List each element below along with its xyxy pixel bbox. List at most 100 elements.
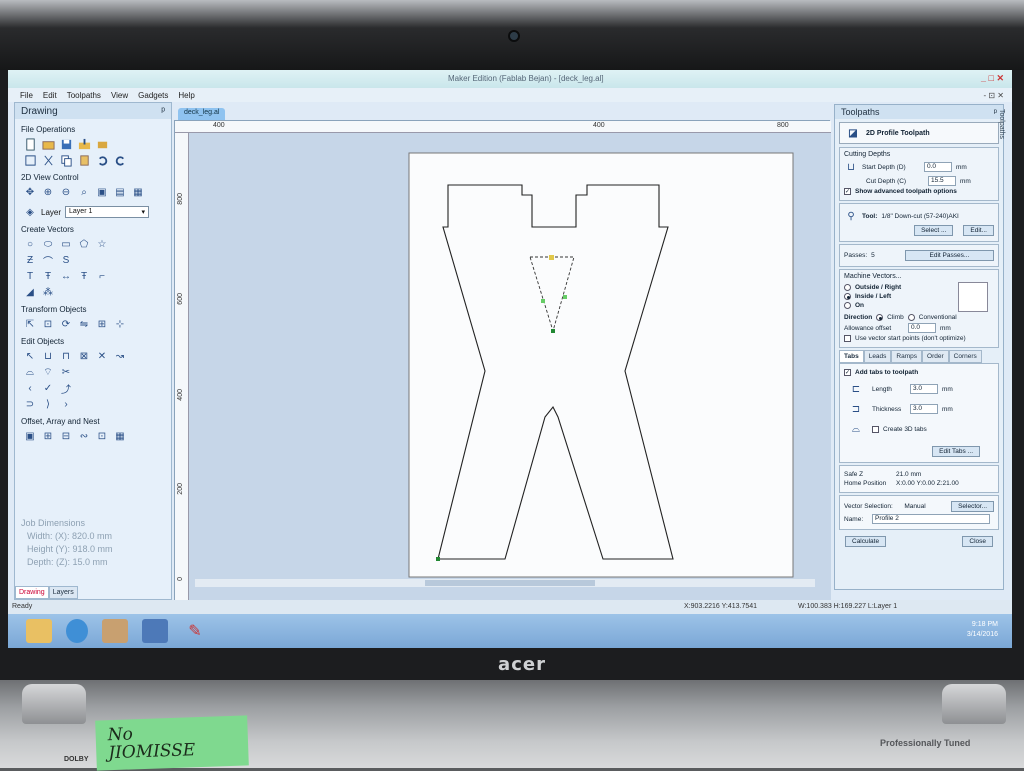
tab-tabs[interactable]: Tabs: [839, 350, 864, 363]
cut-icon[interactable]: [41, 153, 55, 167]
aspire-app-icon[interactable]: [142, 619, 168, 643]
vcarve-app-icon[interactable]: [102, 619, 128, 643]
edit-passes-button[interactable]: Edit Passes...: [904, 250, 994, 261]
layer-dropdown[interactable]: Layer 1 ▾: [65, 206, 150, 218]
inside-radio[interactable]: [844, 293, 851, 300]
name-input[interactable]: Profile 2: [872, 514, 990, 524]
show-advanced-checkbox[interactable]: ✓: [844, 188, 851, 195]
tab-ramps[interactable]: Ramps: [891, 350, 923, 363]
menu-view[interactable]: View: [111, 91, 128, 100]
tab-corners[interactable]: Corners: [948, 350, 982, 363]
toolpaths-side-tab[interactable]: Toolpaths: [998, 109, 1005, 139]
arc-icon[interactable]: ⌒: [41, 253, 55, 268]
tab-layers[interactable]: Layers: [48, 586, 78, 599]
close-button[interactable]: Close: [962, 536, 993, 547]
text-on-curve-icon[interactable]: Ŧ: [41, 269, 55, 283]
allowance-input[interactable]: 0.0: [908, 323, 936, 333]
clock-time[interactable]: 9:18 PM: [967, 620, 998, 630]
check-icon[interactable]: ✓: [41, 381, 55, 395]
calculate-button[interactable]: Calculate: [845, 536, 887, 547]
create-3d-tabs-checkbox[interactable]: [872, 425, 879, 433]
pan-icon[interactable]: ✥: [23, 185, 37, 199]
open-folder-icon[interactable]: [41, 137, 55, 151]
selector-button[interactable]: Selector...: [951, 501, 994, 512]
curve-icon[interactable]: S: [59, 253, 73, 267]
array-icon[interactable]: ⊞: [41, 429, 55, 443]
zoom-box-icon[interactable]: ⊕: [41, 185, 55, 199]
tab-drawing[interactable]: Drawing: [15, 586, 49, 599]
menu-edit[interactable]: Edit: [43, 91, 57, 100]
outside-radio[interactable]: [844, 284, 851, 291]
tab-length-input[interactable]: 3.0: [910, 384, 938, 394]
dogbone-icon[interactable]: ◢: [23, 285, 37, 299]
group-icon[interactable]: ⊔: [41, 349, 55, 363]
use-start-points-checkbox[interactable]: [844, 335, 851, 342]
close-vector-icon[interactable]: ⌔: [41, 365, 55, 379]
tab-leads[interactable]: Leads: [863, 350, 892, 363]
menu-toolpaths[interactable]: Toolpaths: [67, 91, 101, 100]
bracket-icon[interactable]: ⟩: [41, 397, 55, 411]
job-setup-icon[interactable]: [95, 137, 109, 151]
start-depth-input[interactable]: 0.0: [924, 162, 952, 172]
mdi-window-controls[interactable]: - ⊡ ✕: [983, 91, 1004, 100]
tab-thickness-input[interactable]: 3.0: [910, 404, 938, 414]
offset-icon[interactable]: ▣: [23, 429, 37, 443]
climb-radio[interactable]: [876, 314, 884, 321]
weld-icon[interactable]: ⊠: [77, 349, 91, 363]
chevron-right-icon[interactable]: ›: [59, 397, 73, 411]
select-icon[interactable]: [23, 153, 37, 167]
save-icon[interactable]: [59, 137, 73, 151]
document-tab[interactable]: deck_leg.al: [178, 108, 226, 120]
node-edit-icon[interactable]: ↖: [23, 349, 37, 363]
trace-icon[interactable]: ⁂: [41, 285, 55, 299]
rotate-icon[interactable]: ⟳: [59, 317, 73, 331]
internet-explorer-icon[interactable]: [66, 619, 88, 643]
on-radio[interactable]: [844, 302, 851, 309]
text-icon[interactable]: T: [23, 269, 37, 283]
redo-icon[interactable]: [113, 153, 127, 167]
dimension-icon[interactable]: ↔: [59, 269, 73, 283]
center-icon[interactable]: ⊹: [113, 317, 127, 331]
star-icon[interactable]: ☆: [95, 237, 109, 251]
copy-icon[interactable]: [59, 153, 73, 167]
rectangle-icon[interactable]: ▭: [59, 237, 73, 251]
fillet-icon[interactable]: ⌐: [95, 269, 109, 283]
scale-icon[interactable]: ⊡: [41, 317, 55, 331]
edit-tabs-button[interactable]: Edit Tabs ...: [932, 446, 980, 457]
circle-icon[interactable]: ○: [23, 237, 37, 251]
import-icon[interactable]: [77, 137, 91, 151]
move-icon[interactable]: ⇱: [23, 317, 37, 331]
paste-icon[interactable]: [77, 153, 91, 167]
clock-date[interactable]: 3/14/2016: [967, 630, 998, 640]
align-icon[interactable]: ⊞: [95, 317, 109, 331]
drawing-canvas[interactable]: 400 400 800 800 600 400 200 0: [174, 120, 831, 601]
nest-icon[interactable]: ⊡: [95, 429, 109, 443]
fit-view-icon[interactable]: ▣: [95, 185, 109, 199]
add-tabs-checkbox[interactable]: ✓: [844, 369, 851, 376]
menu-gadgets[interactable]: Gadgets: [138, 91, 168, 100]
convert-icon[interactable]: ⊃: [23, 397, 37, 411]
copy-along-icon[interactable]: ∾: [77, 429, 91, 443]
window-controls[interactable]: _ □ ✕: [981, 73, 1004, 84]
cut-depth-input[interactable]: 15.5: [928, 176, 956, 186]
pen-app-icon[interactable]: ✎: [182, 619, 208, 643]
ungroup-icon[interactable]: ⊓: [59, 349, 73, 363]
nest-settings-icon[interactable]: ▦: [113, 429, 127, 443]
zoom-out-icon[interactable]: ⊖: [59, 185, 73, 199]
circular-array-icon[interactable]: ⊟: [59, 429, 73, 443]
zoom-selected-icon[interactable]: ▦: [131, 185, 145, 199]
zoom-material-icon[interactable]: ▤: [113, 185, 127, 199]
extend-icon[interactable]: ⤴: [59, 381, 73, 396]
conventional-radio[interactable]: [907, 314, 915, 321]
ellipse-icon[interactable]: ⬭: [41, 237, 55, 251]
smooth-icon[interactable]: ↝: [113, 349, 127, 363]
delete-icon[interactable]: ✕: [95, 349, 109, 363]
chevron-left-icon[interactable]: ‹: [23, 381, 37, 395]
select-tool-button[interactable]: Select ...: [914, 225, 954, 236]
tab-order[interactable]: Order: [922, 350, 949, 363]
mirror-icon[interactable]: ⇋: [77, 317, 91, 331]
edit-tool-button[interactable]: Edit...: [963, 225, 994, 236]
pin-icon[interactable]: ᵖ: [161, 106, 165, 117]
undo-icon[interactable]: [95, 153, 109, 167]
auto-layout-text-icon[interactable]: Ŧ: [77, 269, 91, 283]
